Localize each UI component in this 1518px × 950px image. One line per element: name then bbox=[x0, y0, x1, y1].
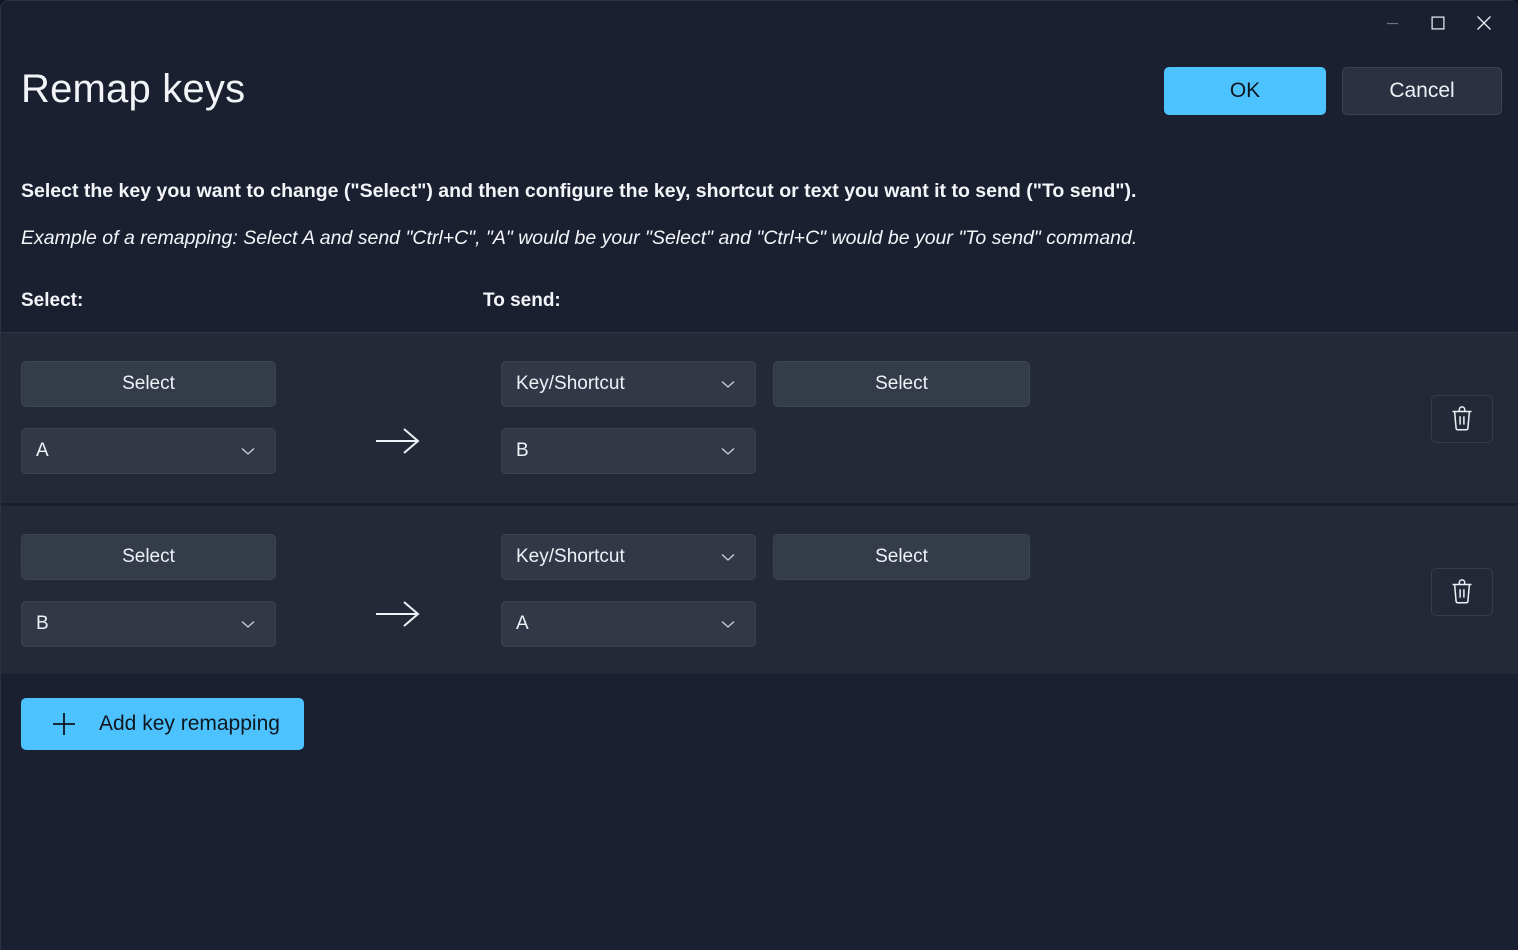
target-key-dropdown[interactable]: B bbox=[501, 428, 756, 474]
arrow-right-icon bbox=[374, 597, 422, 631]
target-type-dropdown[interactable]: Key/Shortcut bbox=[501, 534, 756, 580]
cancel-button[interactable]: Cancel bbox=[1342, 67, 1502, 115]
page-title: Remap keys bbox=[21, 69, 245, 109]
target-key-dropdown[interactable]: A bbox=[501, 601, 756, 647]
target-type-value: Key/Shortcut bbox=[516, 373, 721, 395]
description-secondary: Example of a remapping: Select A and sen… bbox=[21, 227, 1137, 250]
description-primary: Select the key you want to change ("Sele… bbox=[21, 180, 1136, 203]
target-select-button[interactable]: Select bbox=[773, 361, 1030, 407]
dialog-action-buttons: OK Cancel bbox=[1164, 67, 1502, 115]
delete-row-button[interactable] bbox=[1431, 568, 1493, 616]
source-key-dropdown[interactable]: B bbox=[21, 601, 276, 647]
close-button[interactable] bbox=[1461, 1, 1507, 45]
target-key-value: B bbox=[516, 440, 721, 462]
remap-keys-window: Remap keys OK Cancel Select the key you … bbox=[0, 0, 1518, 950]
add-key-remapping-label: Add key remapping bbox=[99, 712, 280, 736]
titlebar bbox=[1, 1, 1518, 49]
source-key-value: A bbox=[36, 440, 241, 462]
chevron-down-icon bbox=[241, 447, 255, 456]
arrow-right-icon bbox=[374, 424, 422, 458]
column-header-to-send: To send: bbox=[483, 290, 561, 312]
plus-icon bbox=[51, 711, 77, 737]
target-select-button[interactable]: Select bbox=[773, 534, 1030, 580]
chevron-down-icon bbox=[721, 620, 735, 629]
source-key-dropdown[interactable]: A bbox=[21, 428, 276, 474]
trash-icon bbox=[1449, 405, 1475, 433]
trash-icon bbox=[1449, 578, 1475, 606]
minimize-icon bbox=[1386, 17, 1399, 30]
chevron-down-icon bbox=[721, 447, 735, 456]
ok-button[interactable]: OK bbox=[1164, 67, 1326, 115]
source-key-value: B bbox=[36, 613, 241, 635]
add-key-remapping-button[interactable]: Add key remapping bbox=[21, 698, 304, 750]
maximize-icon bbox=[1431, 16, 1445, 30]
table-row: Select B Key/Shortcut A bbox=[1, 503, 1518, 673]
source-select-button[interactable]: Select bbox=[21, 534, 276, 580]
table-row: Select A Key/Shortcut B bbox=[1, 333, 1518, 503]
remap-rows-container: Select A Key/Shortcut B bbox=[1, 332, 1518, 674]
target-type-dropdown[interactable]: Key/Shortcut bbox=[501, 361, 756, 407]
minimize-button[interactable] bbox=[1369, 1, 1415, 45]
delete-row-button[interactable] bbox=[1431, 395, 1493, 443]
chevron-down-icon bbox=[241, 620, 255, 629]
target-key-value: A bbox=[516, 613, 721, 635]
source-select-button[interactable]: Select bbox=[21, 361, 276, 407]
close-icon bbox=[1476, 15, 1492, 31]
chevron-down-icon bbox=[721, 380, 735, 389]
maximize-button[interactable] bbox=[1415, 1, 1461, 45]
column-header-select: Select: bbox=[21, 290, 83, 312]
chevron-down-icon bbox=[721, 553, 735, 562]
target-type-value: Key/Shortcut bbox=[516, 546, 721, 568]
